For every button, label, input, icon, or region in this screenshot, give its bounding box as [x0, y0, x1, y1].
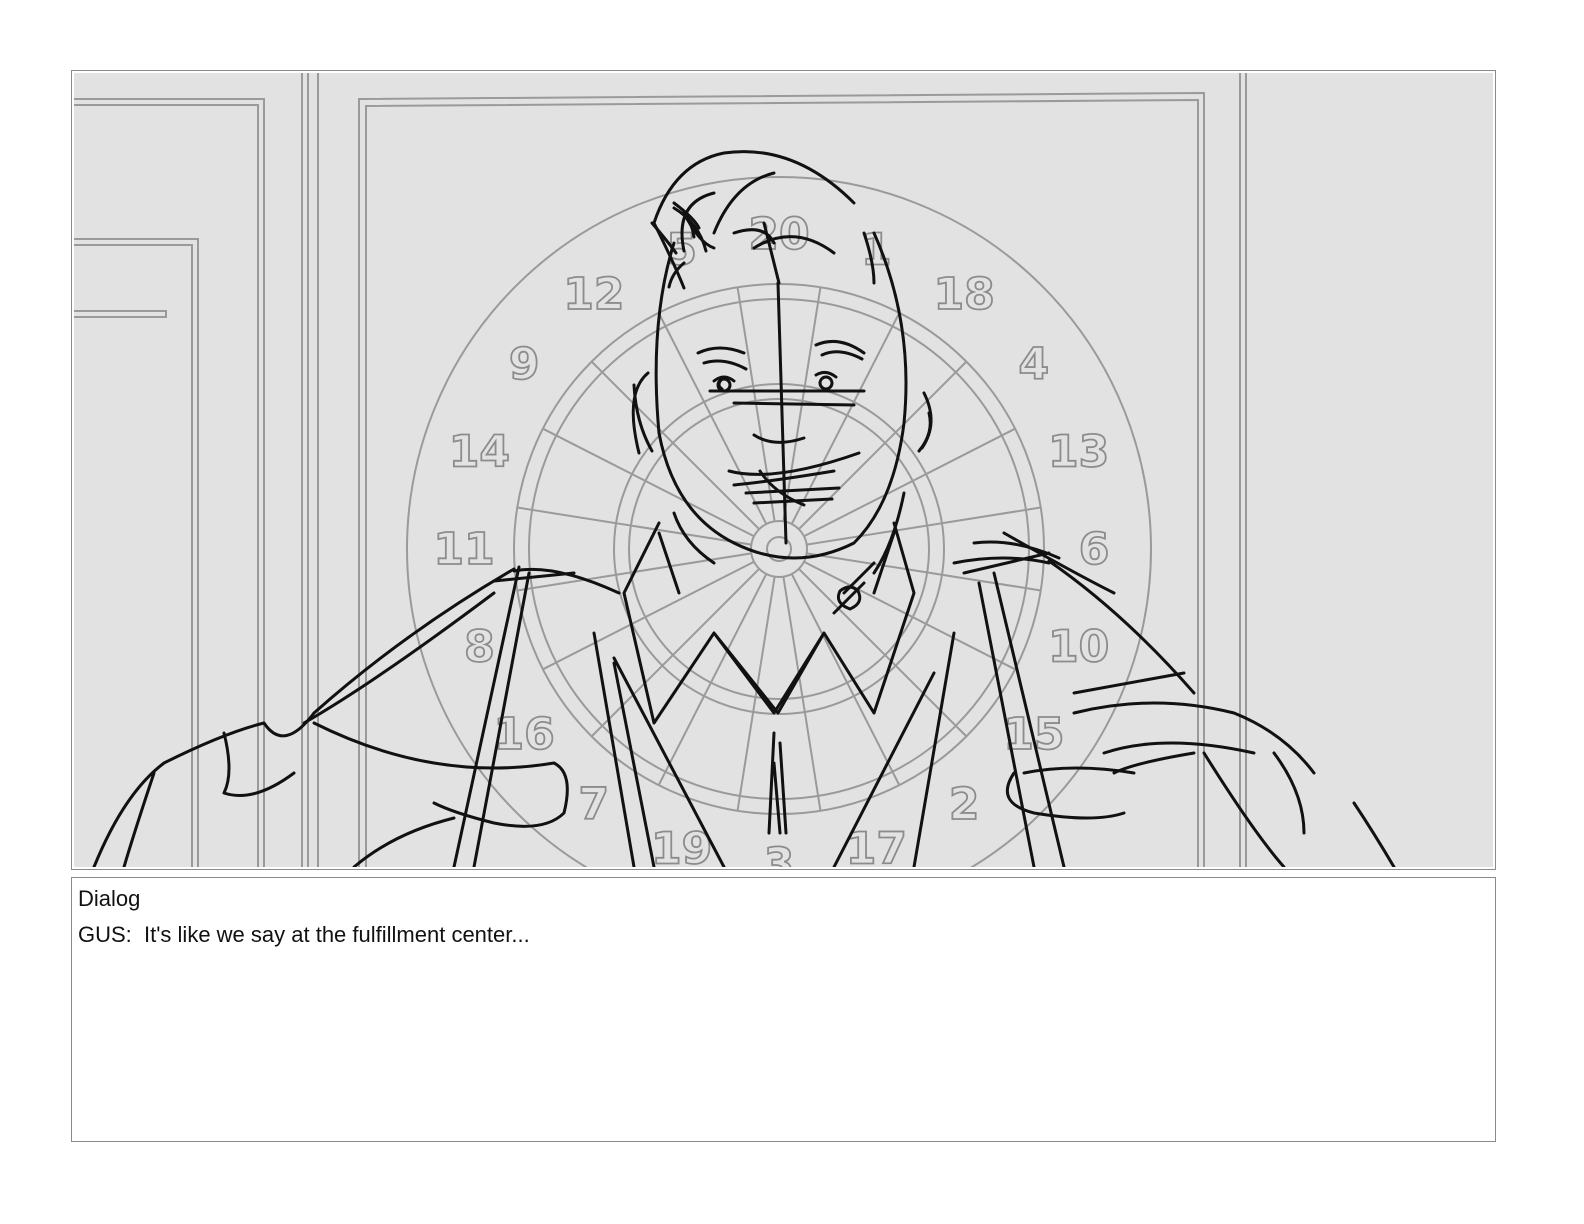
dartboard-number: 10: [1048, 621, 1109, 672]
dartboard-number: 20: [748, 209, 809, 260]
dialog-line: GUS: It's like we say at the fulfillment…: [78, 922, 530, 947]
dialog-heading: Dialog: [78, 886, 141, 911]
storyboard-panel: 20 1 18 4 13 6 10 15 2 17 3 19 7 16 8 11 14 9 12 5: [71, 70, 1496, 870]
dartboard-number: 18: [934, 269, 995, 320]
dartboard-number: 7: [579, 779, 610, 830]
dartboard-number: 2: [949, 779, 980, 830]
dartboard-number: 6: [1079, 524, 1110, 575]
dialog-panel: Dialog GUS: It's like we say at the fulf…: [71, 877, 1496, 1142]
dartboard-number: 4: [1019, 339, 1050, 390]
dartboard-number: 12: [563, 269, 624, 320]
dartboard-number: 14: [449, 427, 510, 478]
dartboard-number: 11: [433, 524, 494, 575]
dartboard-number: 17: [846, 824, 907, 867]
storyboard-sketch: 20 11841361015217319716811149125: [74, 73, 1493, 867]
dartboard-number: 3: [764, 839, 795, 867]
dartboard-number: 13: [1048, 427, 1109, 478]
dartboard-number: 9: [509, 339, 540, 390]
dartboard-number: 8: [464, 621, 495, 672]
